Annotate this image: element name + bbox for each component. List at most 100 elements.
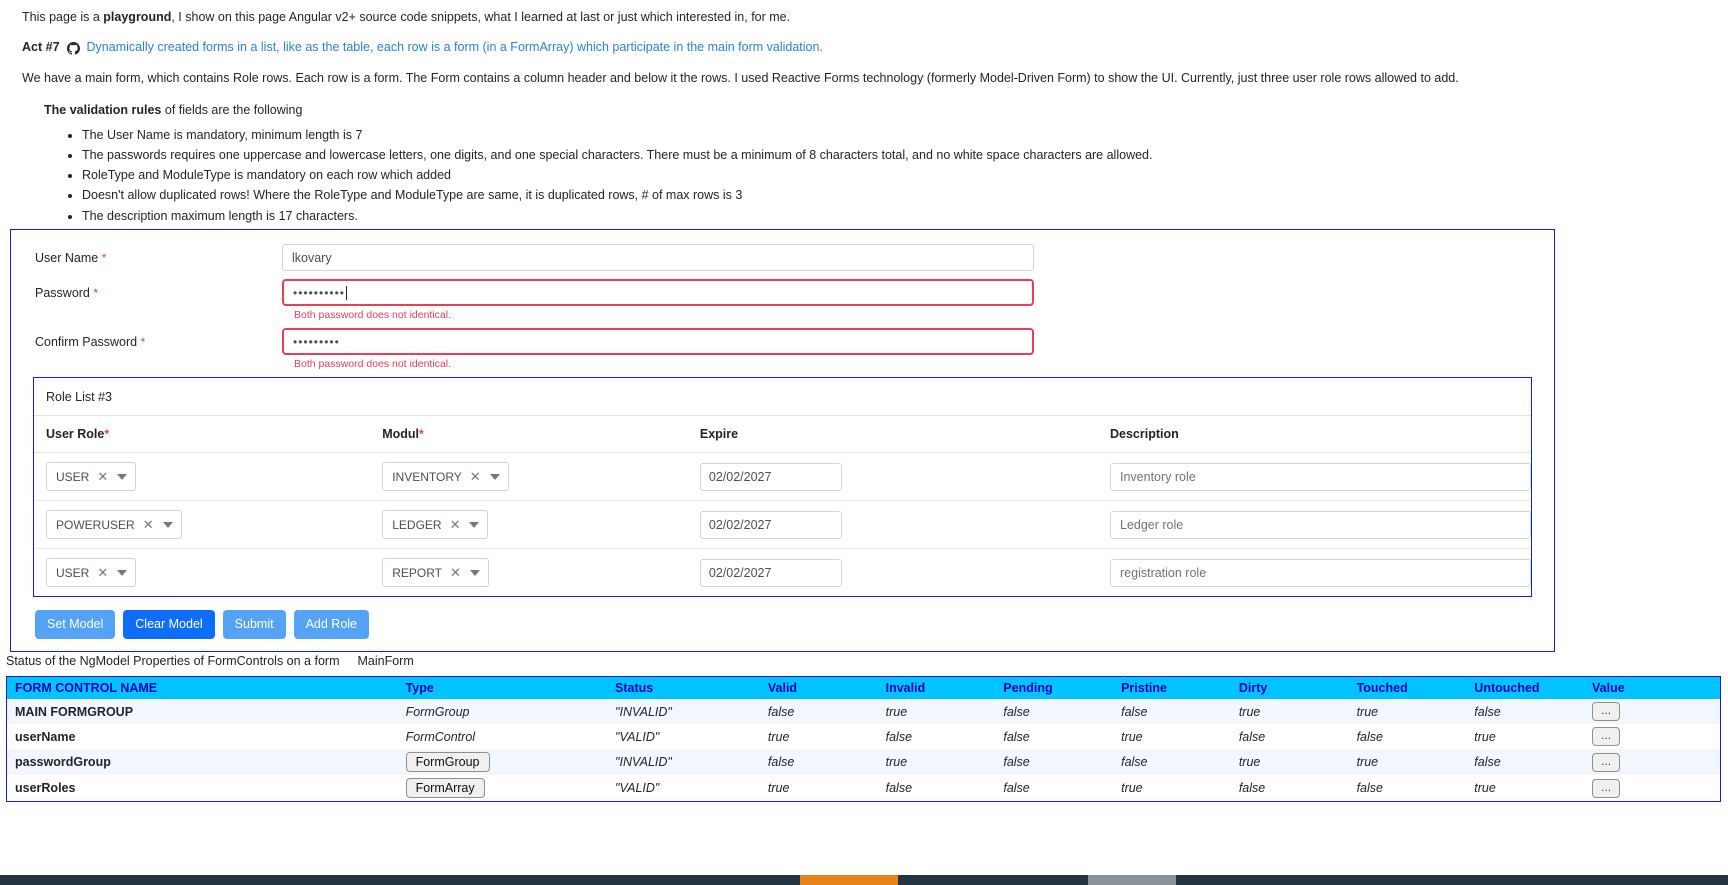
form-control-type: FormGroup [405,704,470,719]
password-input[interactable]: •••••••••• [282,279,1034,306]
chevron-down-icon[interactable] [469,521,480,528]
list-item: RoleType and ModuleType is mandatory on … [82,165,1706,185]
text-caret [346,285,348,300]
confirm-password-error-message: Both password does not identical. [294,358,452,370]
column-header-user-role: User Role* [34,415,371,453]
column-header-user-role-text: User Role [46,427,105,441]
valid-value: true [767,729,790,744]
form-control-status: "VALID" [615,729,660,744]
validation-rules-block: The validation rules of fields are the f… [44,101,1706,226]
user-role-select[interactable]: POWERUSER ✕ [46,510,182,539]
value-details-button[interactable]: ... [1592,752,1621,772]
description-input[interactable] [1110,510,1531,539]
table-row: POWERUSER ✕ LEDGER ✕ [34,500,1531,549]
confirm-password-label: Confirm Password * [23,335,282,349]
value-details-button[interactable]: ... [1592,702,1621,721]
chevron-down-icon[interactable] [489,473,500,480]
modul-value: REPORT [392,565,443,580]
column-header-touched: Touched [1348,677,1467,699]
close-icon[interactable]: ✕ [97,470,108,483]
intro-section: This page is a playground, I show on thi… [0,0,1728,226]
expire-input[interactable] [699,510,842,539]
status-table: FORM CONTROL NAME Type Status Valid Inva… [7,677,1720,801]
form-action-buttons: Set Model Clear Model Submit Add Role [35,610,1542,639]
set-model-button[interactable]: Set Model [35,610,116,639]
lead-pre: This page is a [22,10,104,24]
description-input[interactable] [1110,558,1531,587]
status-table-header-row: FORM CONTROL NAME Type Status Valid Inva… [7,677,1720,699]
password-row: Password * •••••••••• [23,279,1542,306]
invalid-value: true [885,755,908,769]
add-role-button[interactable]: Add Role [293,610,370,639]
footer-accent-orange [800,875,898,885]
lead-post: , I show on this page Angular v2+ source… [171,10,791,24]
chevron-down-icon[interactable] [117,569,128,576]
touched-value: false [1356,729,1383,744]
pending-value: false [1003,729,1030,744]
untouched-value: true [1474,729,1496,744]
dirty-value: true [1238,755,1261,769]
expire-cell [688,549,1098,597]
touched-value: true [1356,755,1379,769]
column-header-value: Value [1584,677,1720,699]
validation-rules-title-bold: The validation rules [44,103,162,118]
lead-paragraph: This page is a playground, I show on thi… [22,8,1706,27]
user-role-value: USER [56,565,90,580]
chevron-down-icon[interactable] [117,473,128,480]
description-paragraph: We have a main form, which contains Role… [22,70,1459,85]
modul-select[interactable]: INVENTORY ✕ [382,462,509,491]
user-role-select[interactable]: USER ✕ [46,462,137,491]
description-cell [1098,500,1531,549]
status-table-wrapper: FORM CONTROL NAME Type Status Valid Inva… [6,676,1721,802]
close-icon[interactable]: ✕ [450,518,461,531]
github-icon[interactable] [66,41,80,55]
close-icon[interactable]: ✕ [97,566,108,579]
role-list-table: User Role* Modul* Expire Description USE… [34,415,1531,596]
column-header-description: Description [1098,415,1531,453]
clear-model-button[interactable]: Clear Model [123,610,215,639]
required-marker: * [140,334,146,349]
value-cell: ... [1584,724,1720,749]
modul-cell: INVENTORY ✕ [370,452,688,501]
modul-select[interactable]: REPORT ✕ [382,558,489,587]
list-item: The passwords requires one uppercase and… [82,145,1706,165]
expire-cell [687,452,1098,501]
pristine-value: true [1121,729,1143,744]
form-control-type-button[interactable]: FormArray [405,778,485,798]
column-header-valid: Valid [759,677,878,699]
user-role-select[interactable]: USER ✕ [46,558,137,587]
close-icon[interactable]: ✕ [470,470,481,483]
required-marker: * [419,427,424,441]
modul-select[interactable]: LEDGER ✕ [382,510,489,539]
form-control-type-button[interactable]: FormGroup [405,752,490,772]
status-form-name: MainForm [357,654,414,668]
username-label-text: User Name [35,250,99,265]
valid-value: false [767,755,795,769]
column-header-pristine: Pristine [1113,677,1231,699]
submit-button[interactable]: Submit [222,610,286,639]
role-list-title: Role List #3 [46,390,113,404]
value-details-button[interactable]: ... [1592,778,1621,798]
chevron-down-icon[interactable] [469,569,480,576]
validation-rules-title-rest: of fields are the following [161,103,303,118]
description-input[interactable] [1110,462,1531,491]
close-icon[interactable]: ✕ [143,518,154,531]
table-row: userRoles FormArray "VALID" true false f… [7,775,1720,801]
act-link[interactable]: Dynamically created forms in a list, lik… [87,38,823,57]
value-details-button[interactable]: ... [1592,727,1621,746]
required-marker: * [93,285,99,300]
password-label: Password * [23,286,282,300]
username-input[interactable] [282,244,1034,271]
chevron-down-icon[interactable] [162,521,173,528]
expire-input[interactable] [699,462,842,491]
column-header-expire: Expire [687,415,1098,453]
confirm-password-input[interactable]: ••••••••• [282,328,1034,355]
password-masked-value: •••••••••• [293,285,346,300]
untouched-value: false [1474,704,1501,719]
expire-input[interactable] [699,558,842,587]
valid-value: true [767,781,790,795]
close-icon[interactable]: ✕ [450,566,461,579]
list-item: The description maximum length is 17 cha… [82,206,1706,226]
invalid-value: false [885,781,913,795]
main-form-panel: User Name * Password * •••••••••• Both p… [10,229,1555,652]
